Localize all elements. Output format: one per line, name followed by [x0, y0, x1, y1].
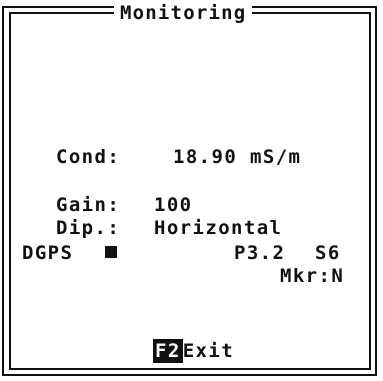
exit-label: Exit — [182, 340, 235, 362]
window-title: Monitoring — [114, 0, 253, 26]
marker-status: Mkr:N — [280, 265, 345, 287]
gain-value: 100 — [154, 194, 193, 216]
cond-value: 18.90 mS/m — [173, 146, 302, 168]
p-value: P3.2 — [234, 242, 286, 264]
dgps-label: DGPS — [22, 242, 74, 264]
text-cursor — [105, 246, 117, 258]
f2-key-label: F2 — [153, 339, 183, 363]
cond-label: Cond: — [56, 146, 121, 168]
gain-label: Gain: — [56, 194, 121, 216]
window-frame-inner — [9, 12, 371, 370]
s-value: S6 — [315, 242, 341, 264]
dip-label: Dip.: — [56, 217, 121, 239]
dip-value: Horizontal — [154, 217, 283, 239]
exit-button[interactable]: F2 Exit — [153, 339, 234, 363]
